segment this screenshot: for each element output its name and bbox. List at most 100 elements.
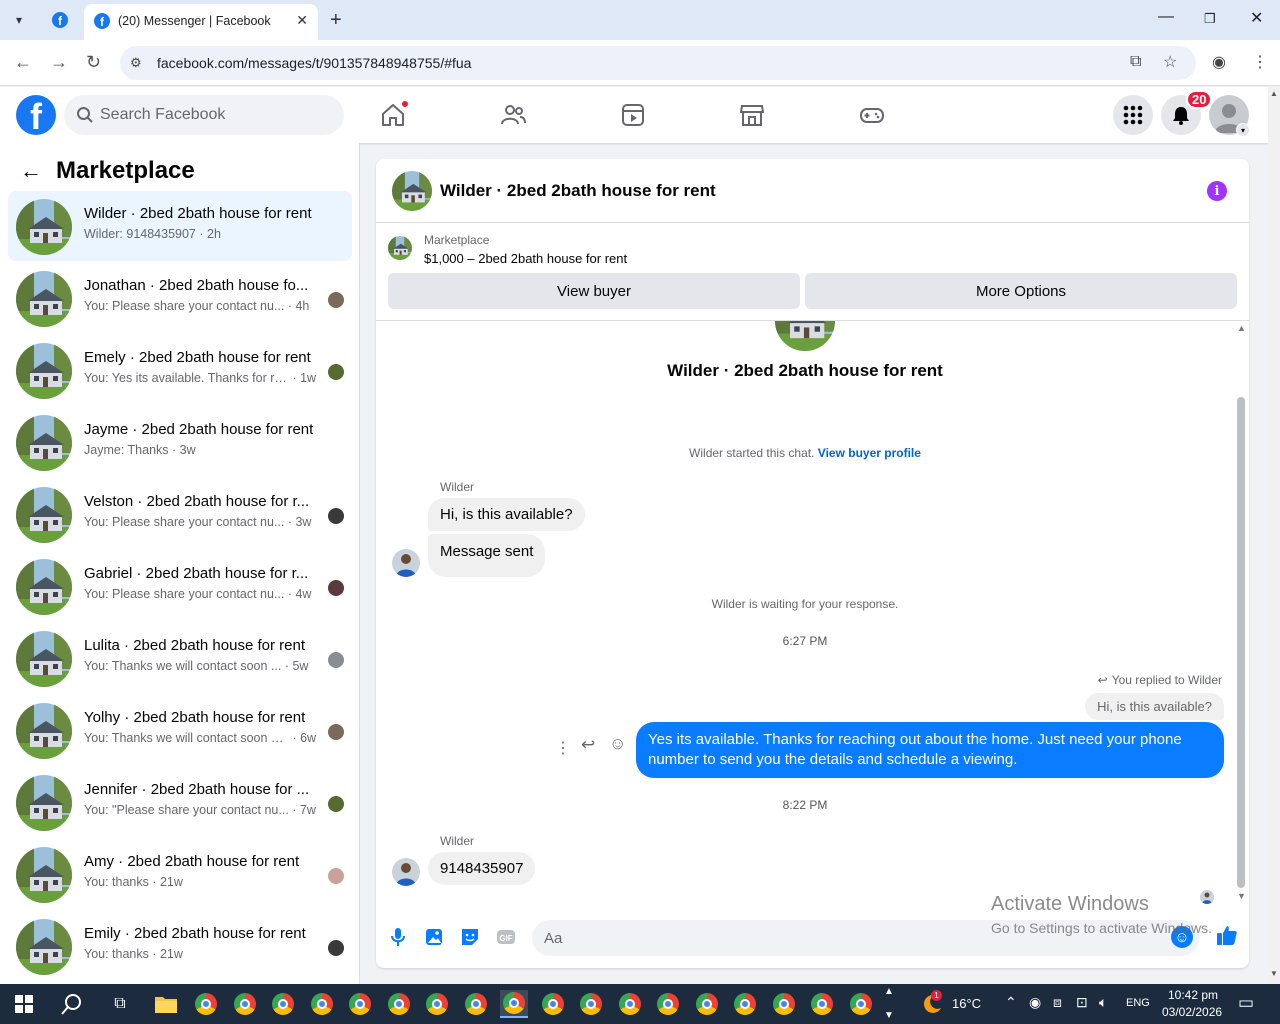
minimize-icon[interactable]: —: [1158, 8, 1174, 26]
reload-icon[interactable]: ↻: [86, 52, 101, 73]
windows-start-icon[interactable]: [10, 990, 38, 1018]
taskbar-search-icon[interactable]: [58, 990, 86, 1018]
chrome-taskbar-icon[interactable]: [808, 990, 836, 1018]
buyer-avatar[interactable]: [392, 549, 420, 577]
conversation-item[interactable]: Gabriel · 2bed 2bath house for r... You: …: [8, 551, 352, 621]
incoming-message[interactable]: 9148435907: [428, 852, 536, 885]
conversation-item[interactable]: Jonathan · 2bed 2bath house fo... You: Pl…: [8, 263, 352, 333]
back-arrow-icon[interactable]: ←: [20, 158, 42, 184]
chrome-taskbar-icon[interactable]: [770, 990, 798, 1018]
incoming-message[interactable]: Message sent: [428, 534, 546, 577]
volume-icon[interactable]: 🔈︎: [1099, 994, 1107, 1011]
page-scrollbar[interactable]: ▲ ▼: [1268, 87, 1280, 984]
photo-icon[interactable]: [422, 925, 446, 949]
chrome-taskbar-icon[interactable]: [308, 990, 336, 1018]
clock-date[interactable]: 03/02/2026: [1162, 1005, 1222, 1019]
file-explorer-icon[interactable]: [152, 990, 180, 1018]
outgoing-message[interactable]: Yes its available. Thanks for reaching o…: [636, 722, 1224, 778]
reply-icon[interactable]: ↩: [581, 735, 595, 755]
incoming-message[interactable]: Hi, is this available?: [428, 498, 585, 531]
close-tab-icon[interactable]: ✕: [296, 12, 308, 29]
conversation-item[interactable]: Lulita · 2bed 2bath house for rent You: T…: [8, 623, 352, 693]
url-text[interactable]: facebook.com/messages/t/901357848948755/…: [157, 55, 471, 71]
language-indicator[interactable]: ENG: [1126, 997, 1150, 1009]
chrome-taskbar-icon[interactable]: [577, 990, 605, 1018]
listing-thumbnail[interactable]: [388, 236, 412, 260]
back-icon[interactable]: ←: [14, 52, 32, 73]
conversation-item[interactable]: Wilder · 2bed 2bath house for rent Wilder…: [8, 191, 352, 261]
forward-icon[interactable]: →: [50, 52, 68, 73]
gaming-icon[interactable]: [858, 101, 886, 129]
tray-device-icon[interactable]: ⧈: [1053, 994, 1062, 1011]
view-buyer-button[interactable]: View buyer: [388, 273, 800, 309]
react-emoji-icon[interactable]: ☺: [609, 734, 626, 754]
chrome-taskbar-icon[interactable]: [654, 990, 682, 1018]
taskbar-overflow-down-icon[interactable]: ▼: [884, 1010, 894, 1021]
chrome-taskbar-icon[interactable]: [346, 990, 374, 1018]
weather-temp[interactable]: 16°C: [952, 996, 981, 1011]
chrome-taskbar-icon[interactable]: [500, 990, 528, 1018]
chat-avatar[interactable]: [392, 171, 432, 211]
chrome-taskbar-icon[interactable]: [385, 990, 413, 1018]
chrome-taskbar-icon[interactable]: [192, 990, 220, 1018]
new-tab-button[interactable]: +: [330, 9, 342, 32]
preview-separator: ·: [284, 587, 296, 601]
facebook-logo-icon[interactable]: f: [16, 95, 56, 135]
conversation-item[interactable]: Yolhy · 2bed 2bath house for rent You: Th…: [8, 695, 352, 765]
info-icon[interactable]: i: [1207, 181, 1227, 201]
chat-title[interactable]: Wilder · 2bed 2bath house for rent: [440, 181, 716, 201]
microphone-icon[interactable]: [386, 925, 410, 949]
search-input[interactable]: [100, 95, 330, 135]
task-view-icon[interactable]: ⧉: [106, 990, 134, 1018]
conversation-item[interactable]: Velston · 2bed 2bath house for r... You: …: [8, 479, 352, 549]
more-options-button[interactable]: More Options: [805, 273, 1237, 309]
chrome-taskbar-icon[interactable]: [539, 990, 567, 1018]
video-icon[interactable]: [619, 101, 647, 129]
conversation-item[interactable]: Emily · 2bed 2bath house for rent You: th…: [8, 911, 352, 981]
sticker-icon[interactable]: [458, 925, 482, 949]
tray-chevron-icon[interactable]: ⌃: [1005, 994, 1017, 1011]
close-window-icon[interactable]: ✕: [1250, 8, 1263, 28]
tab-search-dropdown-icon[interactable]: ▾: [6, 8, 32, 32]
conversation-item[interactable]: Jennifer · 2bed 2bath house for ... You: …: [8, 767, 352, 837]
chrome-taskbar-icon[interactable]: [231, 990, 259, 1018]
notification-center-icon[interactable]: ▭: [1238, 993, 1254, 1013]
restore-icon[interactable]: ❐: [1204, 11, 1216, 27]
account-chevron-icon[interactable]: ▾: [1236, 123, 1250, 137]
install-app-icon[interactable]: ⧉: [1130, 53, 1141, 71]
thumbs-up-icon[interactable]: [1215, 923, 1239, 947]
browser-tab-messenger[interactable]: f (20) Messenger | Facebook ✕: [84, 4, 318, 40]
chrome-taskbar-icon[interactable]: [693, 990, 721, 1018]
site-info-icon[interactable]: ⚙: [130, 55, 142, 71]
buyer-avatar[interactable]: [392, 858, 420, 886]
chrome-taskbar-icon[interactable]: [616, 990, 644, 1018]
conversation-item[interactable]: Amy · 2bed 2bath house for rent You: than…: [8, 839, 352, 909]
omnibox[interactable]: ⚙ facebook.com/messages/t/90135784894875…: [120, 46, 1196, 80]
chrome-taskbar-icon[interactable]: [269, 990, 297, 1018]
chrome-taskbar-icon[interactable]: [423, 990, 451, 1018]
gif-icon[interactable]: GIF: [494, 925, 518, 949]
bookmark-star-icon[interactable]: ☆: [1163, 52, 1177, 72]
view-buyer-profile-link[interactable]: View buyer profile: [818, 446, 921, 460]
taskbar-overflow-up-icon[interactable]: ▲: [884, 986, 894, 997]
search-box[interactable]: [64, 95, 344, 135]
listing-title[interactable]: $1,000 – 2bed 2bath house for rent: [424, 251, 627, 266]
pinned-facebook-tab-icon[interactable]: f: [52, 12, 68, 28]
friends-icon[interactable]: [499, 101, 527, 129]
conversation-item[interactable]: Emely · 2bed 2bath house for rent You: Ye…: [8, 335, 352, 405]
quoted-message[interactable]: Hi, is this available?: [1085, 693, 1224, 720]
menu-grid-button[interactable]: [1113, 95, 1153, 135]
network-icon[interactable]: ⊡: [1076, 994, 1088, 1011]
clock-time[interactable]: 10:42 pm: [1168, 988, 1218, 1002]
marketplace-icon[interactable]: [738, 101, 766, 129]
conversation-preview: You: Please share your contact nu... · 4…: [84, 299, 309, 313]
chrome-taskbar-icon[interactable]: [847, 990, 875, 1018]
tray-record-icon[interactable]: ◉: [1029, 994, 1041, 1011]
conversation-item[interactable]: Jayme · 2bed 2bath house for rent Jayme: …: [8, 407, 352, 477]
menu-icon[interactable]: ⋮: [1252, 52, 1268, 72]
thread-scroll-thumb[interactable]: [1237, 397, 1245, 888]
more-actions-icon[interactable]: ⋮: [555, 738, 571, 758]
profile-icon[interactable]: ◉: [1212, 52, 1226, 72]
chrome-taskbar-icon[interactable]: [731, 990, 759, 1018]
chrome-taskbar-icon[interactable]: [462, 990, 490, 1018]
